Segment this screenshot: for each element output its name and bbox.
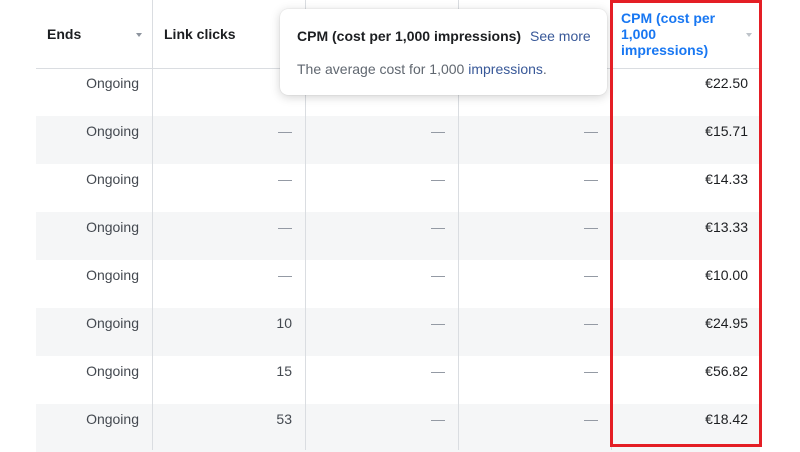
cell-ends: Ongoing [86,123,139,139]
table-row[interactable]: Ongoing 15 — — €56.82 [36,356,760,404]
cell-col3: — [431,171,445,187]
tooltip-description: The average cost for 1,000 impressions. [297,61,547,77]
cell-link-clicks: 15 [276,363,292,379]
cell-col3: — [431,267,445,283]
tooltip-title: CPM (cost per 1,000 impressions) [297,28,522,44]
table-row[interactable]: Ongoing — — — €15.71 [36,116,760,164]
cell-col3: — [431,411,445,427]
cell-ends: Ongoing [86,75,139,91]
cpm-title-line: 1,000 [621,26,657,42]
cell-link-clicks: — [278,123,292,139]
cell-col4: — [584,363,598,379]
cpm-title-line: impressions) [621,42,709,58]
cell-cpm: €15.71 [705,123,748,139]
column-divider [611,0,612,450]
sort-arrow-icon[interactable] [746,33,752,37]
cell-col3: — [431,219,445,235]
cell-cpm: €56.82 [705,363,748,379]
cell-cpm: €24.95 [705,315,748,331]
cell-ends: Ongoing [86,219,139,235]
column-header-label: Ends [47,26,82,42]
cell-col3: — [431,315,445,331]
table-row[interactable]: Ongoing 10 — — €24.95 [36,308,760,356]
cpm-title-line: CPM (cost per [621,10,716,26]
column-header-ends[interactable]: Ends [36,0,152,68]
sort-arrow-icon[interactable] [136,33,142,37]
table-row[interactable]: Ongoing 53 — — €18.42 [36,404,760,452]
cell-col4: — [584,171,598,187]
table-row[interactable]: Ongoing — — — €10.00 [36,260,760,308]
cpm-tooltip: CPM (cost per 1,000 impressions) See mor… [280,9,607,95]
cell-ends: Ongoing [86,411,139,427]
cell-col4: — [584,219,598,235]
cell-cpm: €10.00 [705,267,748,283]
cell-link-clicks: 53 [276,411,292,427]
column-header-label: Link clicks [164,26,236,42]
cell-ends: Ongoing [86,363,139,379]
cell-col4: — [584,411,598,427]
cell-ends: Ongoing [86,315,139,331]
cell-link-clicks: — [278,267,292,283]
cpm-column-title[interactable]: CPM (cost per 1,000 impressions) [621,10,721,58]
column-divider [152,0,153,450]
cell-cpm: €14.33 [705,171,748,187]
cell-col4: — [584,123,598,139]
cell-col3: — [431,363,445,379]
cell-col3: — [431,123,445,139]
cell-col4: — [584,267,598,283]
cell-link-clicks: — [278,171,292,187]
cell-col4: — [584,315,598,331]
cell-cpm: €13.33 [705,219,748,235]
table-row[interactable]: Ongoing — — — €13.33 [36,212,760,260]
table-row[interactable]: Ongoing — — — €14.33 [36,164,760,212]
tooltip-text: . [542,61,547,77]
cell-link-clicks: — [278,219,292,235]
tooltip-text: The average cost for 1,000 [297,61,469,77]
impressions-link[interactable]: impressions [468,61,543,77]
cell-link-clicks: 10 [276,315,292,331]
see-more-link[interactable]: See more [530,28,591,44]
cell-ends: Ongoing [86,267,139,283]
cell-cpm: €18.42 [705,411,748,427]
cell-ends: Ongoing [86,171,139,187]
cell-cpm: €22.50 [705,75,748,91]
